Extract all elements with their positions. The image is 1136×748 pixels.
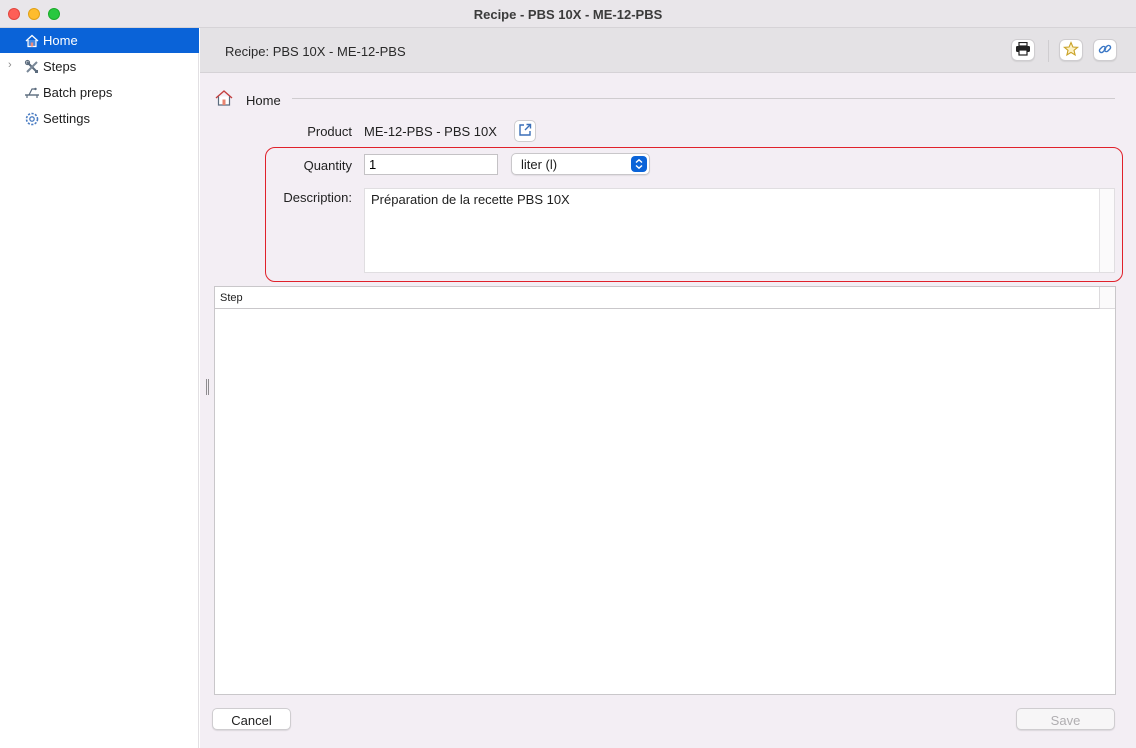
sidebar-item-label: Home	[43, 33, 78, 48]
sidebar-item-steps[interactable]: › Steps	[0, 54, 199, 79]
sidebar-item-label: Batch preps	[43, 85, 113, 100]
page-title: Recipe: PBS 10X - ME-12-PBS	[225, 44, 406, 59]
column-header-filler	[1100, 287, 1115, 309]
chevron-right-icon[interactable]: ›	[8, 59, 18, 73]
description-scrollbar[interactable]	[1099, 189, 1114, 272]
home-icon	[214, 88, 234, 108]
product-value: ME-12-PBS - PBS 10X	[364, 124, 497, 139]
copy-link-button[interactable]	[1093, 39, 1117, 61]
app-window: Recipe - PBS 10X - ME-12-PBS Home › Step…	[0, 0, 1136, 748]
description-label: Description:	[283, 190, 352, 205]
sidebar-item-batch-preps[interactable]: Batch preps	[0, 80, 199, 105]
breadcrumb-divider	[292, 98, 1115, 99]
save-button[interactable]: Save	[1016, 708, 1115, 730]
batch-icon	[24, 85, 40, 101]
gear-icon	[24, 111, 40, 127]
unit-select-value: liter (l)	[521, 157, 558, 172]
sidebar-item-settings[interactable]: Settings	[0, 106, 199, 131]
main-panel: Recipe: PBS 10X - ME-12-PBS Home Product…	[200, 28, 1136, 748]
open-product-button[interactable]	[514, 120, 536, 142]
sidebar-item-home[interactable]: Home	[0, 28, 199, 53]
description-text: Préparation de la recette PBS 10X	[371, 192, 570, 207]
column-header-step[interactable]: Step	[215, 287, 1100, 309]
header-bar: Recipe: PBS 10X - ME-12-PBS	[200, 28, 1136, 73]
window-title: Recipe - PBS 10X - ME-12-PBS	[473, 7, 663, 22]
tools-icon	[24, 59, 40, 75]
quantity-label: Quantity	[303, 158, 352, 173]
steps-table: Step	[214, 286, 1116, 695]
description-textarea[interactable]: Préparation de la recette PBS 10X	[364, 188, 1115, 273]
printer-icon	[1015, 41, 1031, 59]
breadcrumb-label: Home	[246, 93, 281, 108]
title-bar: Recipe - PBS 10X - ME-12-PBS	[0, 0, 1136, 28]
sidebar: Home › Steps Batch preps Settings	[0, 28, 199, 748]
cancel-button[interactable]: Cancel	[212, 708, 291, 730]
link-icon	[1098, 42, 1112, 59]
sidebar-item-label: Steps	[43, 59, 77, 74]
unit-select[interactable]: liter (l)	[511, 153, 650, 175]
favorite-button[interactable]	[1059, 39, 1083, 61]
star-icon	[1062, 40, 1080, 60]
external-link-icon	[518, 123, 532, 140]
product-label: Product	[307, 124, 352, 139]
header-separator	[1048, 40, 1049, 62]
home-icon	[24, 33, 40, 49]
print-button[interactable]	[1011, 39, 1035, 61]
splitter-handle[interactable]	[204, 379, 210, 395]
sidebar-item-label: Settings	[43, 111, 90, 126]
chevron-updown-icon	[631, 156, 647, 172]
quantity-input[interactable]	[364, 154, 498, 175]
